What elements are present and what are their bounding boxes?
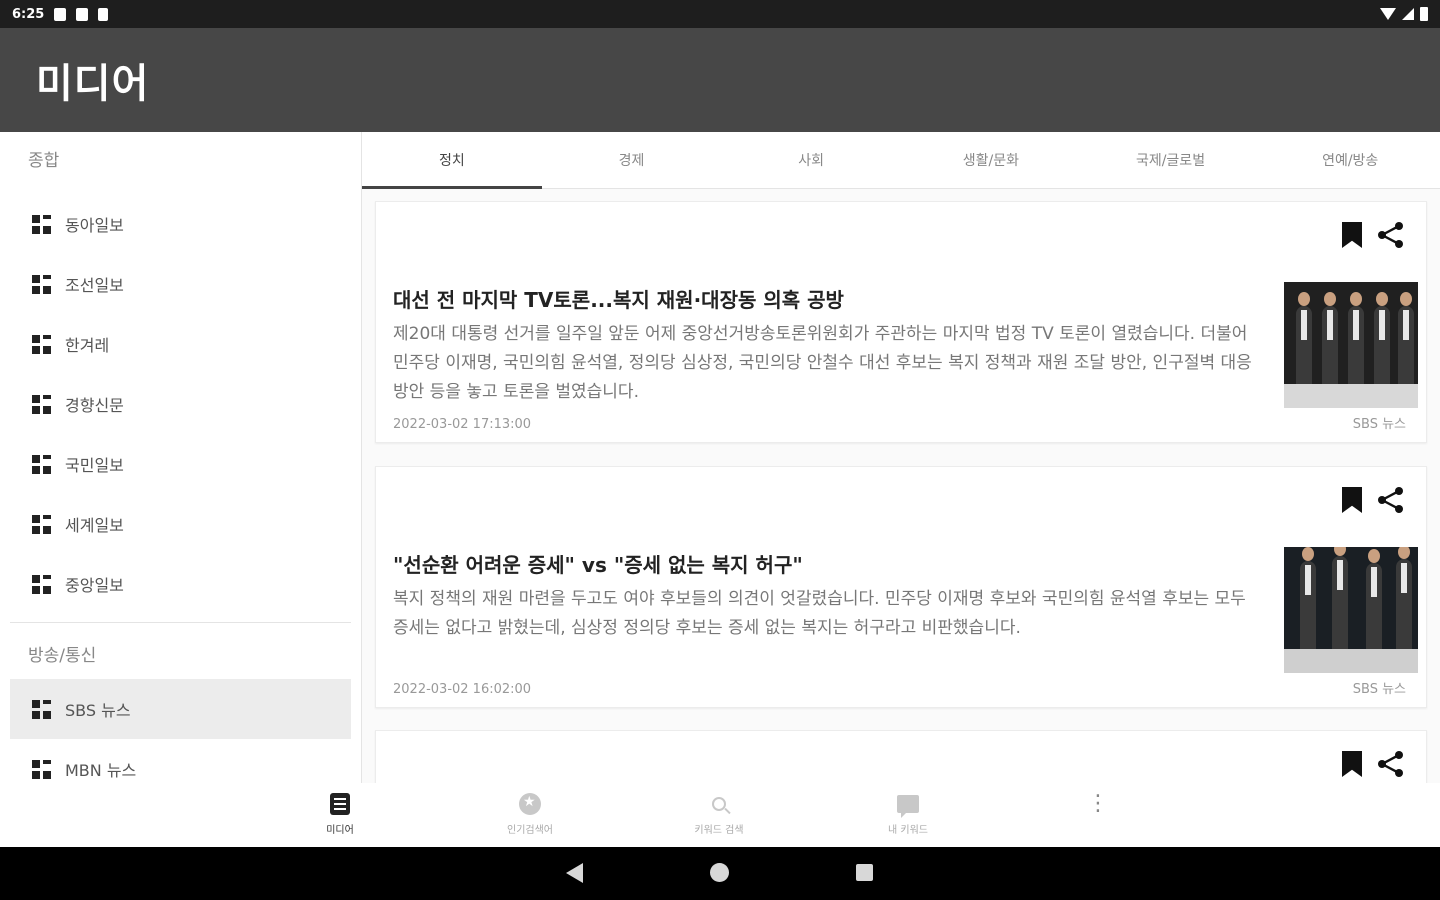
article-card[interactable]: 대선 전 마지막 TV토론...복지 재원·대장동 의혹 공방 제20대 대통령… [375,201,1427,443]
bookmark-icon[interactable] [1342,751,1362,777]
home-icon[interactable] [710,863,729,882]
article-feed[interactable]: 대선 전 마지막 TV토론...복지 재원·대장동 의혹 공방 제20대 대통령… [362,189,1440,783]
dashboard-icon [32,454,51,474]
sidebar[interactable]: 종합 동아일보 조선일보 한겨레 경향신문 국민일보 세계일보 중앙일보 방송/… [0,132,362,783]
nav-keyword-search[interactable]: 키워드 검색 [664,793,774,836]
app-bar: 미디어 [0,28,1440,132]
dashboard-icon [32,394,51,414]
article-source: SBS 뉴스 [1352,417,1406,432]
sidebar-item-label: 동아일보 [65,216,124,235]
sidebar-item-hani[interactable]: 한겨레 [0,314,361,374]
sidebar-item-chosun[interactable]: 조선일보 [0,254,361,314]
sidebar-item-label: 경향신문 [65,396,124,415]
dashboard-icon [32,514,51,534]
tab-society[interactable]: 사회 [721,132,901,188]
page-title: 미디어 [36,61,150,107]
sidebar-item-label: MBN 뉴스 [65,761,137,780]
article-icon [329,793,351,815]
dashboard-icon [32,274,51,294]
recent-apps-icon[interactable] [856,864,873,881]
article-card[interactable] [375,730,1427,783]
nav-label: 인기검색어 [507,825,553,836]
sidebar-item-label: 국민일보 [65,456,124,475]
clipboard-icon [98,7,109,21]
article-source: SBS 뉴스 [1352,682,1406,697]
sidebar-item-khan[interactable]: 경향신문 [0,374,361,434]
dashboard-icon [32,759,51,779]
tab-entertainment[interactable]: 연예/방송 [1260,132,1440,188]
sidebar-item-segye[interactable]: 세계일보 [0,494,361,554]
signal-icon [1402,8,1414,20]
share-icon[interactable] [1376,485,1406,515]
status-bar: 6:25 [0,0,1440,28]
sidebar-item-kmib[interactable]: 국민일보 [0,434,361,494]
article-thumbnail[interactable] [1284,547,1418,673]
back-icon[interactable] [566,863,583,883]
nav-label: 미디어 [326,825,354,836]
bottom-navigation: 미디어 인기검색어 키워드 검색 내 키워드 ⋮ [0,783,1440,847]
sidebar-item-label: 조선일보 [65,276,124,295]
sidebar-item-mbn[interactable]: MBN 뉴스 [0,739,361,783]
article-headline[interactable]: "선순환 어려운 증세" vs "증세 없는 복지 허구" [393,549,1273,578]
status-time: 6:25 [12,6,45,22]
sidebar-section-title: 방송/통신 [28,646,97,666]
sd-card-icon [76,7,89,21]
wifi-icon [1380,8,1396,20]
bookmark-icon[interactable] [1342,487,1362,513]
bookmark-icon[interactable] [1342,222,1362,248]
sidebar-item-donga[interactable]: 동아일보 [0,194,361,254]
share-icon[interactable] [1376,220,1406,250]
article-date: 2022-03-02 16:02:00 [393,682,532,697]
sidebar-item-label: 세계일보 [65,516,124,535]
search-icon [708,793,730,815]
nav-more[interactable]: ⋮ [1043,793,1153,821]
notification-icon [54,7,67,21]
dashboard-icon [32,699,51,719]
share-icon[interactable] [1376,749,1406,779]
category-tabs: 정치 경제 사회 생활/문화 국제/글로벌 연예/방송 [362,132,1440,189]
nav-label: 키워드 검색 [694,825,744,836]
article-summary: 제20대 대통령 선거를 일주일 앞둔 어제 중앙선거방송토론위원회가 주관하는… [393,324,1252,402]
chat-icon [897,793,919,818]
tab-economy[interactable]: 경제 [542,132,722,188]
more-vert-icon: ⋮ [1087,791,1109,816]
sidebar-item-label: 한겨레 [65,336,110,355]
sidebar-item-label: 중앙일보 [65,576,124,595]
sidebar-item-label: SBS 뉴스 [65,701,131,720]
tab-life-culture[interactable]: 생활/문화 [901,132,1081,188]
article-card[interactable]: "선순환 어려운 증세" vs "증세 없는 복지 허구" 복지 정책의 재원 … [375,466,1427,708]
dashboard-icon [32,334,51,354]
system-navigation [0,847,1440,900]
nav-media[interactable]: 미디어 [285,793,395,836]
nav-label: 내 키워드 [888,825,928,836]
sidebar-item-sbs[interactable]: SBS 뉴스 [10,679,351,739]
article-summary: 복지 정책의 재원 마련을 두고도 여야 후보들의 의견이 엇갈렸습니다. 민주… [393,589,1246,638]
article-headline[interactable]: 대선 전 마지막 TV토론...복지 재원·대장동 의혹 공방 [393,284,1273,313]
dashboard-icon [32,214,51,234]
nav-popular[interactable]: 인기검색어 [475,793,585,836]
nav-my-keywords[interactable]: 내 키워드 [853,793,963,836]
sidebar-item-joongang[interactable]: 중앙일보 [0,554,361,614]
star-icon [519,793,541,815]
article-thumbnail[interactable] [1284,282,1418,408]
sidebar-divider [10,622,351,623]
dashboard-icon [32,574,51,594]
article-date: 2022-03-02 17:13:00 [393,417,532,432]
battery-icon [1420,7,1428,21]
tab-politics[interactable]: 정치 [362,132,542,189]
sidebar-section-title: 종합 [28,151,60,171]
tab-international[interactable]: 국제/글로벌 [1081,132,1261,188]
